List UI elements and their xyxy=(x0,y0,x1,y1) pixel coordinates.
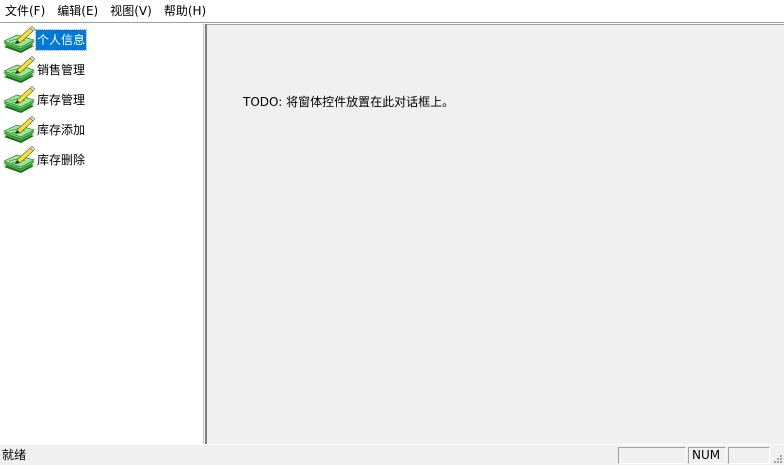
resize-grip-icon[interactable] xyxy=(771,452,783,464)
edit-document-icon xyxy=(3,85,36,115)
tree-item-label: 销售管理 xyxy=(37,63,86,77)
tree-item-personal-info[interactable]: 个人信息 xyxy=(3,25,88,55)
tree-item-sales-management[interactable]: 销售管理 xyxy=(3,55,86,85)
edit-document-icon xyxy=(3,145,36,175)
form-view: TODO: 将窗体控件放置在此对话框上。 xyxy=(207,24,784,444)
tree-item-inventory-add[interactable]: 库存添加 xyxy=(3,115,86,145)
menu-file[interactable]: 文件(F) xyxy=(0,0,51,22)
status-pane-indicator-1 xyxy=(618,447,686,464)
tree-item-label: 个人信息 xyxy=(34,29,88,51)
tree-item-label: 库存管理 xyxy=(37,93,86,107)
tree-view[interactable]: 个人信息 销售管理 库存管理 库存添加 库存删除 xyxy=(0,24,203,444)
status-pane-indicator-3 xyxy=(728,447,770,464)
menu-edit[interactable]: 编辑(E) xyxy=(51,0,104,22)
status-bar: 就绪 NUM xyxy=(0,444,784,465)
edit-document-icon xyxy=(3,55,36,85)
tree-item-inventory-management[interactable]: 库存管理 xyxy=(3,85,86,115)
tree-item-label: 库存删除 xyxy=(37,153,86,167)
tree-item-label: 库存添加 xyxy=(37,123,86,137)
todo-placeholder-text: TODO: 将窗体控件放置在此对话框上。 xyxy=(243,95,455,109)
edit-document-icon xyxy=(3,115,36,145)
status-text: 就绪 xyxy=(2,448,27,462)
menu-bar: 文件(F) 编辑(E) 视图(V) 帮助(H) xyxy=(0,0,784,22)
menu-view[interactable]: 视图(V) xyxy=(104,0,158,22)
status-pane-num: NUM xyxy=(688,447,726,464)
tree-item-inventory-delete[interactable]: 库存删除 xyxy=(3,145,86,175)
menu-help[interactable]: 帮助(H) xyxy=(158,0,212,22)
edit-document-icon xyxy=(3,25,36,55)
